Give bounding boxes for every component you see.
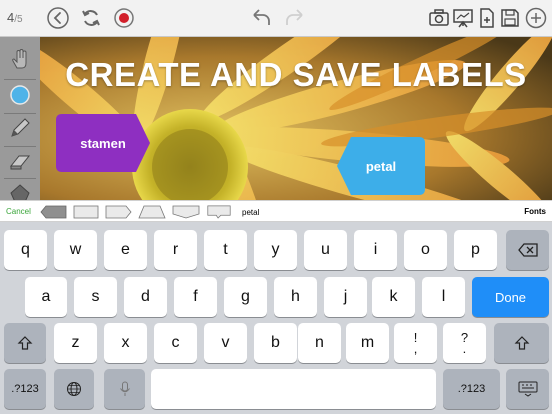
back-circle-icon[interactable] <box>46 6 70 30</box>
onscreen-keyboard: q w e r t y u i o p a s d f g h j k l Do… <box>0 222 552 414</box>
export-icon[interactable] <box>475 6 499 30</box>
key-e[interactable]: e <box>104 230 147 270</box>
top-toolbar: 4/5 <box>0 0 552 37</box>
hand-icon[interactable] <box>6 45 34 73</box>
key-h[interactable]: h <box>274 277 317 317</box>
key-q[interactable]: q <box>4 230 47 270</box>
key-t[interactable]: t <box>204 230 247 270</box>
cancel-button[interactable]: Cancel <box>6 207 31 216</box>
hide-keyboard-key[interactable] <box>506 369 549 409</box>
key-y[interactable]: y <box>254 230 297 270</box>
key-n[interactable]: n <box>298 323 341 363</box>
add-icon[interactable] <box>524 6 548 30</box>
save-icon[interactable] <box>498 6 522 30</box>
camera-icon[interactable] <box>427 6 451 30</box>
key-z[interactable]: z <box>54 323 97 363</box>
app-window: 4/5 CREATE AND SAVE LABELS stamen petal … <box>0 0 552 414</box>
refresh-icon[interactable] <box>79 6 103 30</box>
key-question-period[interactable]: ?. <box>443 323 486 363</box>
undo-icon[interactable] <box>249 6 273 30</box>
key-p[interactable]: p <box>454 230 497 270</box>
key-s[interactable]: s <box>74 277 117 317</box>
fonts-button[interactable]: Fonts <box>524 207 546 216</box>
pencil-icon[interactable] <box>6 114 34 142</box>
label-text-input[interactable] <box>236 204 506 220</box>
done-button[interactable]: Done <box>472 277 549 317</box>
shift-key-right[interactable] <box>494 323 549 363</box>
key-x[interactable]: x <box>104 323 147 363</box>
drawing-canvas[interactable]: CREATE AND SAVE LABELS stamen petal <box>40 37 552 200</box>
key-k[interactable]: k <box>372 277 415 317</box>
key-exclaim-comma[interactable]: !, <box>394 323 437 363</box>
shape-option-trapezoid[interactable] <box>138 205 166 219</box>
shape-option-banner[interactable] <box>172 205 200 219</box>
key-a[interactable]: a <box>25 277 67 317</box>
backspace-icon <box>517 243 538 257</box>
key-d[interactable]: d <box>124 277 167 317</box>
key-o[interactable]: o <box>404 230 447 270</box>
eraser-icon[interactable] <box>6 147 34 175</box>
label-shape-bar: Cancel Fonts <box>0 200 552 222</box>
page-total: /5 <box>14 14 23 25</box>
key-m[interactable]: m <box>346 323 389 363</box>
numbers-key-left[interactable]: .?123 <box>4 369 46 409</box>
key-period-label: . <box>462 341 467 356</box>
key-f[interactable]: f <box>174 277 217 317</box>
key-g[interactable]: g <box>224 277 267 317</box>
shape-option-callout[interactable] <box>206 205 232 219</box>
shift-key-left[interactable] <box>4 323 46 363</box>
page-counter: 4/5 <box>7 10 23 25</box>
shape-option-pointer-left[interactable] <box>40 205 67 219</box>
redo-icon[interactable] <box>283 6 307 30</box>
key-b[interactable]: b <box>254 323 297 363</box>
shape-option-rectangle[interactable] <box>73 205 99 219</box>
label-petal-text: petal <box>365 158 397 174</box>
key-j[interactable]: j <box>324 277 367 317</box>
key-comma-label: , <box>413 341 418 356</box>
backspace-key[interactable] <box>506 230 549 270</box>
presentation-icon[interactable] <box>451 6 475 30</box>
numbers-key-right[interactable]: .?123 <box>443 369 500 409</box>
key-c[interactable]: c <box>154 323 197 363</box>
globe-icon <box>67 382 81 396</box>
color-dot-icon[interactable] <box>6 81 34 109</box>
microphone-icon <box>119 381 130 396</box>
key-r[interactable]: r <box>154 230 197 270</box>
globe-key[interactable] <box>54 369 94 409</box>
key-v[interactable]: v <box>204 323 247 363</box>
tool-rail <box>0 37 40 203</box>
label-petal[interactable]: petal <box>337 137 425 195</box>
dictation-key[interactable] <box>104 369 145 409</box>
shape-option-pointer-right[interactable] <box>105 205 132 219</box>
record-icon[interactable] <box>112 6 136 30</box>
canvas-headline[interactable]: CREATE AND SAVE LABELS <box>40 56 552 94</box>
key-u[interactable]: u <box>304 230 347 270</box>
shift-icon <box>17 336 33 350</box>
space-bar[interactable] <box>151 369 436 409</box>
shift-icon <box>514 336 529 350</box>
key-i[interactable]: i <box>354 230 397 270</box>
keyboard-hide-icon <box>518 381 537 397</box>
label-stamen[interactable]: stamen <box>56 114 150 172</box>
key-l[interactable]: l <box>422 277 465 317</box>
label-stamen-text: stamen <box>80 135 126 151</box>
key-w[interactable]: w <box>54 230 97 270</box>
